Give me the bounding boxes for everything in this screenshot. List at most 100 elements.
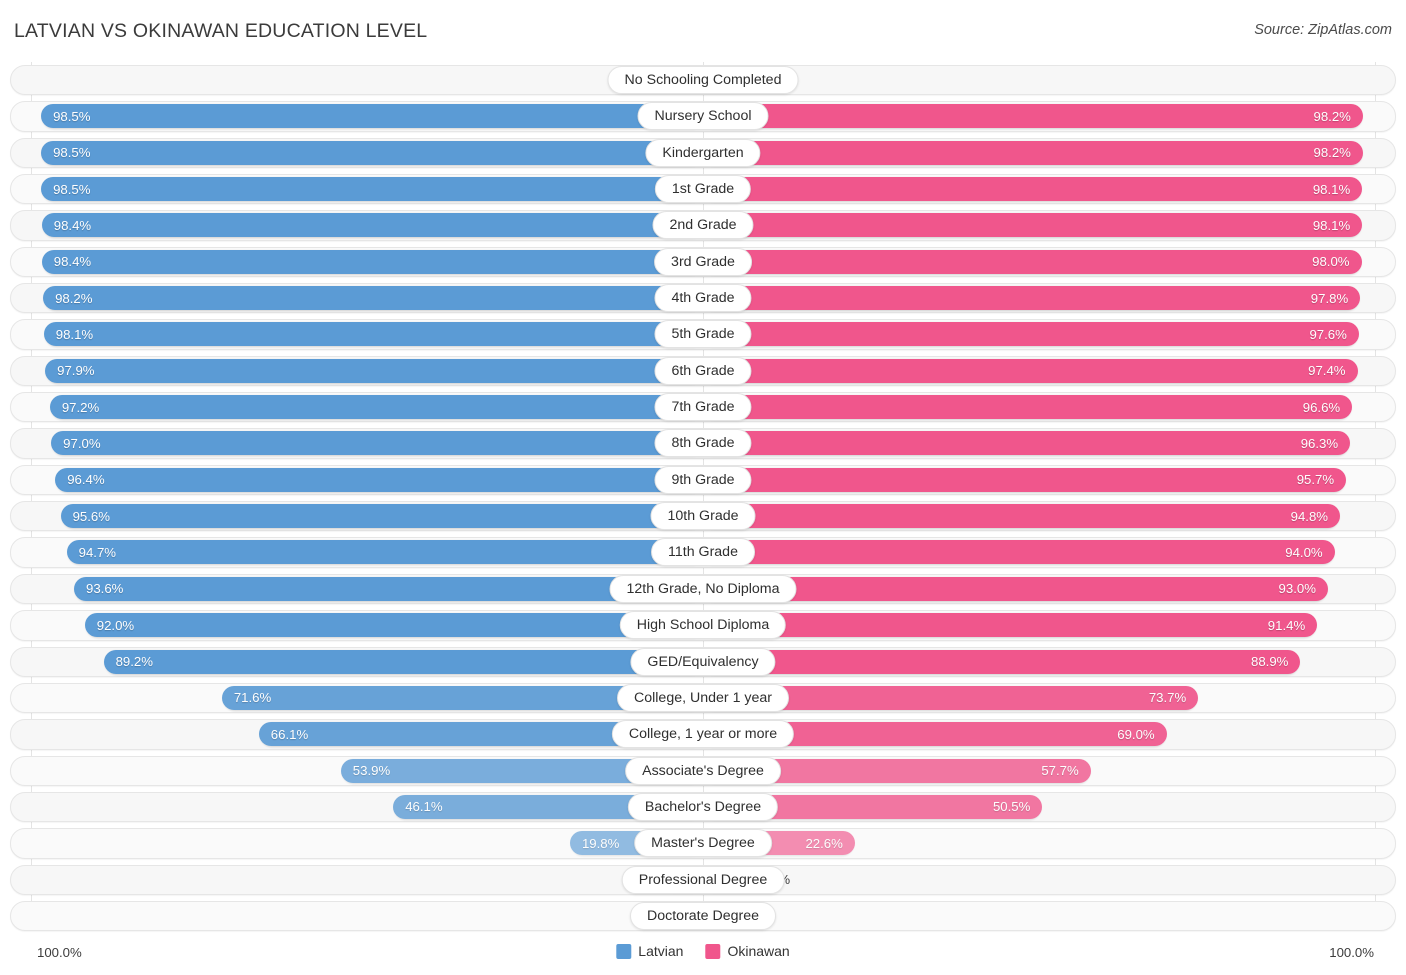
bar-okinawan[interactable]: 91.4%	[703, 613, 1318, 638]
bar-okinawan[interactable]: 94.8%	[703, 504, 1341, 529]
chart-row: 71.6% 73.7% College, Under 1 year	[0, 680, 1406, 716]
category-label: 6th Grade	[654, 356, 752, 385]
bar-okinawan[interactable]: 96.3%	[703, 431, 1351, 456]
bar-value-latvian: 71.6%	[233, 690, 272, 706]
chart-row: 6.2% 7.3%Professional Degree	[0, 862, 1406, 898]
bar-latvian[interactable]: 98.5%	[41, 177, 703, 202]
bar-latvian[interactable]: 98.1%	[43, 322, 703, 347]
category-label: 10th Grade	[650, 502, 756, 531]
chart-row: 98.5% 98.2% Nursery School	[0, 98, 1406, 134]
diverging-bar-chart: 1.5% 1.8%No Schooling Completed 98.5% 98.2%…	[0, 62, 1406, 934]
chart-row: 19.8% 22.6% Master's Degree	[0, 825, 1406, 861]
bar-latvian[interactable]: 98.5%	[41, 140, 703, 165]
bar-latvian[interactable]: 94.7%	[66, 540, 703, 565]
chart-row: 53.9% 57.7% Associate's Degree	[0, 753, 1406, 789]
bar-value-okinawan: 1.8%	[723, 62, 1406, 98]
bar-value-latvian: 97.2%	[61, 399, 100, 415]
bar-okinawan[interactable]: 97.4%	[703, 358, 1358, 383]
bar-okinawan[interactable]: 98.2%	[703, 140, 1363, 165]
chart-row: 2.6% 3.3%Doctorate Degree	[0, 898, 1406, 934]
category-label: 5th Grade	[654, 320, 752, 349]
legend-swatch-icon	[616, 943, 632, 959]
bar-value-okinawan: 97.8%	[1310, 290, 1349, 306]
bar-okinawan[interactable]: 98.1%	[703, 213, 1363, 238]
chart-row: 1.5% 1.8%No Schooling Completed	[0, 62, 1406, 98]
bar-okinawan[interactable]: 97.8%	[703, 286, 1361, 311]
chart-page: LATVIAN VS OKINAWAN EDUCATION LEVEL Sour…	[0, 0, 1406, 975]
bar-latvian[interactable]: 98.2%	[43, 286, 703, 311]
bar-value-latvian: 98.2%	[55, 290, 93, 306]
category-label: Kindergarten	[645, 138, 761, 167]
category-label: 11th Grade	[651, 538, 755, 567]
bar-latvian[interactable]: 89.2%	[103, 649, 703, 674]
bar-value-okinawan: 96.3%	[1300, 435, 1339, 451]
bar-value-okinawan: 73.7%	[1148, 690, 1187, 706]
bar-okinawan[interactable]: 95.7%	[703, 467, 1347, 492]
bar-okinawan[interactable]: 98.2%	[703, 104, 1363, 129]
axis-max-right: 100.0%	[1329, 945, 1374, 960]
bar-value-latvian: 93.6%	[86, 581, 124, 597]
bar-latvian[interactable]: 98.4%	[41, 213, 703, 238]
category-label: 12th Grade, No Diploma	[609, 574, 797, 603]
chart-row: 66.1% 69.0% College, 1 year or more	[0, 716, 1406, 752]
bar-okinawan[interactable]: 98.1%	[703, 177, 1363, 202]
bar-latvian[interactable]: 97.2%	[49, 395, 703, 420]
chart-legend: Latvian Okinawan	[616, 943, 790, 959]
bar-okinawan[interactable]: 96.6%	[703, 395, 1353, 420]
bar-okinawan[interactable]: 88.9%	[703, 649, 1301, 674]
bar-value-okinawan: 97.6%	[1309, 326, 1347, 342]
category-label: Doctorate Degree	[630, 901, 776, 930]
category-label: College, Under 1 year	[616, 683, 790, 712]
category-label: Bachelor's Degree	[627, 792, 779, 821]
bar-value-okinawan: 93.0%	[1278, 581, 1316, 597]
chart-row: 46.1% 50.5% Bachelor's Degree	[0, 789, 1406, 825]
bar-value-latvian: 98.1%	[55, 326, 94, 342]
bar-value-latvian: 6.2%	[0, 862, 653, 898]
chart-row: 97.9% 97.4% 6th Grade	[0, 353, 1406, 389]
chart-row: 95.6% 94.8% 10th Grade	[0, 498, 1406, 534]
bar-latvian[interactable]: 92.0%	[84, 613, 703, 638]
bar-value-okinawan: 98.1%	[1312, 217, 1351, 233]
bar-okinawan[interactable]: 97.6%	[703, 322, 1359, 347]
bar-value-okinawan: 98.2%	[1313, 108, 1351, 124]
chart-row: 98.4% 98.0% 3rd Grade	[0, 244, 1406, 280]
bar-latvian[interactable]: 96.4%	[55, 467, 703, 492]
chart-row: 94.7% 94.0% 11th Grade	[0, 534, 1406, 570]
chart-footer: 100.0% 100.0% Latvian Okinawan	[0, 935, 1406, 975]
bar-latvian[interactable]: 97.0%	[51, 431, 703, 456]
bar-value-okinawan: 95.7%	[1296, 472, 1335, 488]
bar-latvian[interactable]: 97.9%	[45, 358, 703, 383]
bar-value-latvian: 19.8%	[581, 835, 620, 851]
bar-value-okinawan: 50.5%	[992, 799, 1031, 815]
bar-value-latvian: 98.4%	[53, 217, 92, 233]
chart-header: LATVIAN VS OKINAWAN EDUCATION LEVEL Sour…	[0, 0, 1406, 58]
bar-value-latvian: 89.2%	[115, 654, 153, 669]
bar-value-okinawan: 98.0%	[1312, 254, 1350, 270]
legend-item: Latvian	[616, 943, 683, 959]
source-attribution: Source: ZipAtlas.com	[1254, 22, 1392, 38]
category-label: Associate's Degree	[625, 756, 781, 785]
legend-label: Okinawan	[727, 943, 790, 959]
bar-value-okinawan: 88.9%	[1251, 654, 1289, 669]
bar-value-latvian: 98.4%	[53, 254, 92, 270]
chart-rows: 1.5% 1.8%No Schooling Completed 98.5% 98.2%…	[0, 62, 1406, 934]
bar-value-okinawan: 91.4%	[1267, 617, 1306, 633]
category-label: 8th Grade	[654, 429, 752, 458]
bar-value-okinawan: 94.0%	[1285, 544, 1323, 560]
bar-latvian[interactable]: 98.4%	[41, 249, 703, 274]
chart-row: 98.5% 98.1% 1st Grade	[0, 171, 1406, 207]
chart-row: 89.2% 88.9% GED/Equivalency	[0, 644, 1406, 680]
bar-value-latvian: 2.6%	[0, 898, 677, 934]
bar-latvian[interactable]: 98.5%	[41, 104, 703, 129]
bar-okinawan[interactable]: 94.0%	[703, 540, 1335, 565]
chart-row: 97.2% 96.6% 7th Grade	[0, 389, 1406, 425]
bar-value-okinawan: 7.3%	[760, 862, 1406, 898]
bar-latvian[interactable]: 95.6%	[60, 504, 703, 529]
chart-row: 93.6% 93.0% 12th Grade, No Diploma	[0, 571, 1406, 607]
bar-okinawan[interactable]: 98.0%	[703, 249, 1362, 274]
category-label: 1st Grade	[654, 175, 752, 204]
bar-okinawan[interactable]: 93.0%	[703, 576, 1328, 601]
bar-value-latvian: 97.0%	[63, 435, 101, 451]
category-label: Professional Degree	[621, 865, 785, 894]
chart-row: 97.0% 96.3% 8th Grade	[0, 425, 1406, 461]
